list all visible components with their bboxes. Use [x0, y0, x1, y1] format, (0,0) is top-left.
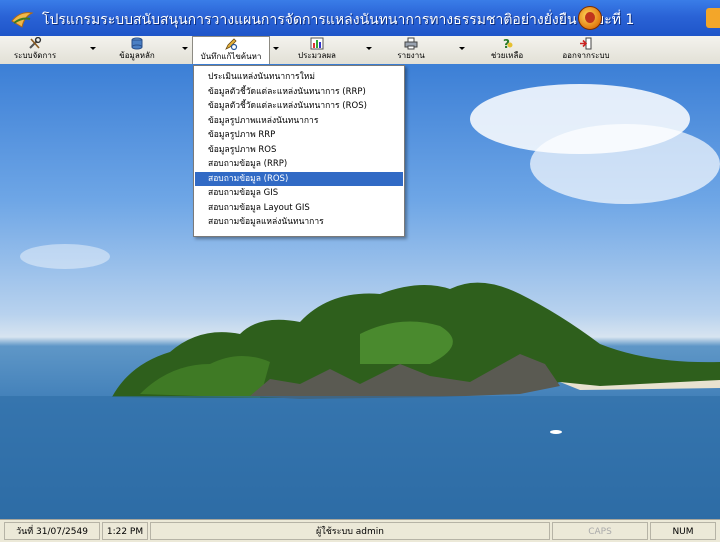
menu-item-site-photos[interactable]: ข้อมูลรูปภาพแหล่งนันทนาการ: [195, 114, 403, 129]
window-title: โปรแกรมระบบสนับสนุนการวางแผนการจัดการแหล…: [42, 12, 635, 28]
toolbar-processing[interactable]: ประมวลผล: [286, 36, 348, 64]
exit-icon: [580, 37, 592, 50]
printer-icon: [404, 37, 418, 50]
chevron-down-icon[interactable]: [273, 47, 279, 50]
status-date: วันที่ 31/07/2549: [4, 522, 100, 540]
toolbar-label: บันทึกแก้ไขค้นหา: [200, 52, 262, 61]
menu-item-photos-ros[interactable]: ข้อมูลรูปภาพ ROS: [195, 143, 403, 158]
status-caps: CAPS: [552, 522, 648, 540]
menu-item-photos-rrp[interactable]: ข้อมูลรูปภาพ RRP: [195, 128, 403, 143]
menu-item-assess-new-site[interactable]: ประเมินแหล่งนันทนาการใหม่: [195, 70, 403, 85]
chevron-down-icon[interactable]: [459, 47, 465, 50]
toolbar-label: ข้อมูลหลัก: [119, 51, 155, 60]
menu-item-query-layout-gis[interactable]: สอบถามข้อมูล Layout GIS: [195, 201, 403, 216]
toolbar-label: ออกจากระบบ: [562, 51, 610, 60]
status-time: 1:22 PM: [102, 522, 148, 540]
toolbar-master-data[interactable]: ข้อมูลหลัก: [106, 36, 168, 64]
menu-item-indicator-rrp[interactable]: ข้อมูลตัวชี้วัดแต่ละแหล่งนันทนาการ (RRP): [195, 85, 403, 100]
toolbar-edit-search[interactable]: บันทึกแก้ไขค้นหา: [192, 36, 270, 64]
toolbar-system-management[interactable]: ระบบจัดการ: [4, 36, 66, 64]
toolbar-help[interactable]: ? ช่วยเหลือ: [476, 36, 538, 64]
menu-item-query-ros[interactable]: สอบถามข้อมูล (ROS): [195, 171, 403, 186]
chevron-down-icon[interactable]: [182, 47, 188, 50]
help-icon: ?: [503, 37, 513, 50]
database-icon: [131, 37, 143, 50]
status-bar: วันที่ 31/07/2549 1:22 PM ผู้ใช้ระบบ adm…: [0, 519, 720, 542]
toolbar-logout[interactable]: ออกจากระบบ: [555, 36, 617, 64]
toolbar-label: รายงาน: [397, 51, 425, 60]
window-control-button[interactable]: [706, 8, 720, 28]
app-logo-icon: [11, 12, 34, 28]
toolbar-label: ช่วยเหลือ: [490, 51, 524, 60]
toolbar-label: ประมวลผล: [298, 51, 336, 60]
menu-item-query-sites[interactable]: สอบถามข้อมูลแหล่งนันทนาการ: [195, 215, 403, 230]
status-num: NUM: [650, 522, 716, 540]
toolbar-report[interactable]: รายงาน: [380, 36, 442, 64]
menu-item-query-gis[interactable]: สอบถามข้อมูล GIS: [195, 186, 403, 201]
menu-item-indicator-ros[interactable]: ข้อมูลตัวชี้วัดแต่ละแหล่งนันทนาการ (ROS): [195, 99, 403, 114]
edit-search-icon: [225, 38, 238, 51]
main-toolbar: ระบบจัดการ ข้อมูลหลัก บันทึกแก้ไขค้นหา ป…: [0, 36, 720, 65]
chevron-down-icon[interactable]: [90, 47, 96, 50]
title-bar: โปรแกรมระบบสนับสนุนการวางแผนการจัดการแหล…: [0, 0, 720, 36]
chart-icon: [310, 37, 324, 50]
agency-seal-icon: [578, 6, 602, 30]
toolbar-label: ระบบจัดการ: [13, 51, 57, 60]
status-user: ผู้ใช้ระบบ admin: [150, 522, 550, 540]
tools-icon: [29, 37, 42, 49]
edit-search-dropdown-menu: ประเมินแหล่งนันทนาการใหม่ ข้อมูลตัวชี้วั…: [193, 65, 405, 237]
chevron-down-icon[interactable]: [366, 47, 372, 50]
menu-item-query-rrp[interactable]: สอบถามข้อมูล (RRP): [195, 157, 403, 172]
